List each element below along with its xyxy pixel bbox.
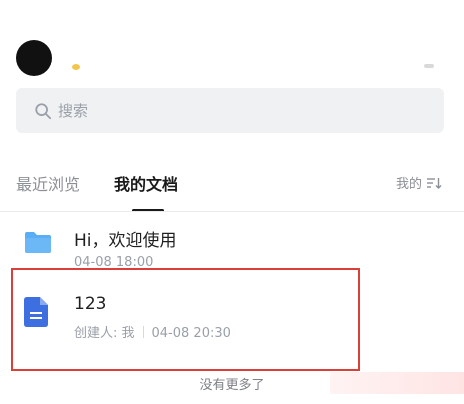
tab-recent[interactable]: 最近浏览 xyxy=(16,171,80,195)
status-dot xyxy=(72,64,80,70)
documents-page: 搜索 最近浏览 我的文档 我的 Hi，欢迎使用 04-08 18:00 123 … xyxy=(0,0,464,404)
header-action-icon[interactable] xyxy=(424,64,434,68)
document-title: Hi，欢迎使用 xyxy=(74,231,177,251)
highlight-box xyxy=(11,268,360,371)
folder-icon xyxy=(25,232,51,253)
sort-label: 我的 xyxy=(396,177,423,192)
sort-button[interactable]: 我的 xyxy=(396,173,442,192)
sort-desc-icon xyxy=(427,177,442,189)
tab-bar: 最近浏览 我的文档 我的 xyxy=(16,171,448,212)
no-more-label: 没有更多了 xyxy=(199,378,265,393)
search-icon xyxy=(35,102,52,119)
avatar[interactable] xyxy=(16,40,52,76)
tab-my-documents[interactable]: 我的文档 xyxy=(114,171,178,195)
search-placeholder: 搜索 xyxy=(58,102,89,120)
divider xyxy=(0,211,464,212)
search-bar[interactable]: 搜索 xyxy=(16,88,444,133)
list-item[interactable]: Hi，欢迎使用 04-08 18:00 xyxy=(0,220,464,270)
